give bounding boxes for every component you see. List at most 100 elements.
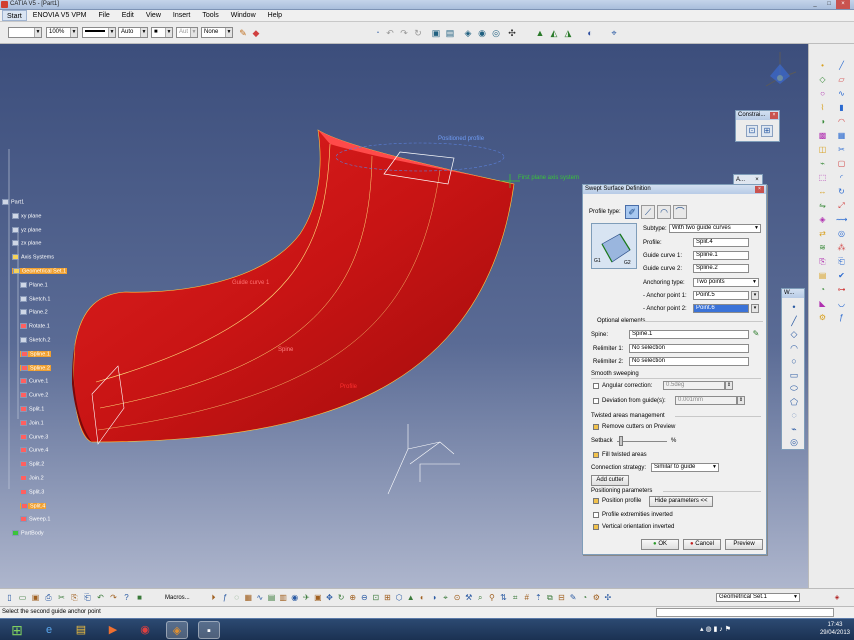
constraint-icon[interactable]: ⊡ xyxy=(746,125,758,137)
fill-twisted-checkbox[interactable] xyxy=(593,452,599,458)
pan-icon[interactable]: ▤ xyxy=(444,27,456,39)
tree-node[interactable]: Join.1 xyxy=(20,419,44,426)
view-mode-icon[interactable]: ◐ xyxy=(584,27,596,39)
invert-icon[interactable]: ⇄ xyxy=(817,228,828,239)
arc-icon[interactable]: ◠ xyxy=(788,342,800,354)
menu-tools[interactable]: Tools xyxy=(196,10,224,21)
section-icon[interactable]: ⊟ xyxy=(556,592,567,604)
extract-icon[interactable]: ⬚ xyxy=(817,172,828,183)
knowledge-icon[interactable]: ⚙ xyxy=(591,592,602,604)
circle-icon[interactable]: ○ xyxy=(788,355,800,367)
line-icon[interactable]: ╱ xyxy=(788,315,800,327)
tree-node[interactable]: Split.1 xyxy=(20,406,44,412)
grid-icon[interactable]: # xyxy=(521,592,532,604)
menu-insert[interactable]: Insert xyxy=(167,10,197,21)
print-icon[interactable]: ⎙ xyxy=(43,592,54,604)
anchor-point-2-options[interactable]: ▾ xyxy=(751,304,759,313)
curvature-icon[interactable]: ◡ xyxy=(836,298,847,309)
hide-parameters-button[interactable]: Hide parameters << xyxy=(649,496,713,507)
normal-view-icon[interactable]: ⊡ xyxy=(370,592,381,604)
close-icon[interactable]: × xyxy=(755,186,764,193)
point-icon[interactable]: • xyxy=(817,60,828,71)
tree-node[interactable]: Spline.2 xyxy=(20,364,51,372)
undo-icon[interactable]: ↶ xyxy=(95,592,106,604)
spline-icon[interactable]: ∿ xyxy=(836,88,847,99)
macro-icon[interactable]: ⏵ xyxy=(208,592,219,604)
fit-all-icon[interactable]: ▣ xyxy=(430,27,442,39)
cmd-taskbar-icon[interactable]: ▪ xyxy=(198,621,220,639)
line-profile-icon[interactable]: ⟋ xyxy=(641,205,655,219)
font-combo[interactable]: Aut ▼ xyxy=(176,27,198,38)
relimiter-2-field[interactable]: No selection xyxy=(629,357,749,366)
tree-node[interactable]: Part1 xyxy=(2,199,24,205)
tree-node[interactable]: Curve.1 xyxy=(20,378,48,385)
cut-icon[interactable]: ✂ xyxy=(56,592,67,604)
tree-node[interactable]: Split.2 xyxy=(20,461,44,468)
subtype-select[interactable]: With two guide curves ▼ xyxy=(669,224,761,233)
pan-icon[interactable]: ✥ xyxy=(324,592,335,604)
normal-view-icon[interactable]: ✣ xyxy=(506,27,518,39)
translate-icon[interactable]: ↔ xyxy=(817,186,828,197)
guide-curve-2-field[interactable]: Spline.2 xyxy=(693,264,749,273)
dot-icon[interactable]: • xyxy=(372,27,384,39)
menu-start[interactable]: Start xyxy=(2,10,27,21)
line-thickness-combo[interactable]: ▼ xyxy=(82,27,116,38)
search-icon[interactable]: ⌕ xyxy=(475,592,486,604)
swap-icon[interactable]: ◑ xyxy=(428,592,439,604)
tree-node[interactable]: Axis Systems xyxy=(12,254,54,261)
formula-icon[interactable]: ƒ xyxy=(836,312,847,323)
plane-icon[interactable]: ◇ xyxy=(817,74,828,85)
remove-cutters-checkbox[interactable] xyxy=(593,424,599,430)
system-clock[interactable]: 17:43 29/04/2013 xyxy=(820,621,850,637)
helix-icon[interactable]: ⌇ xyxy=(817,102,828,113)
add-cutter-button[interactable]: Add cutter xyxy=(591,475,629,486)
formula-icon[interactable]: ƒ xyxy=(220,592,231,604)
tree-node[interactable]: Sketch.2 xyxy=(20,337,50,343)
ellipse-icon[interactable]: ⬭ xyxy=(788,382,800,394)
close-icon[interactable]: × xyxy=(753,176,761,184)
media-player-icon[interactable]: ▶ xyxy=(102,621,124,639)
stop-icon[interactable]: ■ xyxy=(134,592,145,604)
tree-node[interactable]: xy plane xyxy=(12,212,42,219)
whats-this-icon[interactable]: ? xyxy=(121,592,132,604)
compass-icon[interactable] xyxy=(760,48,800,94)
menu-window[interactable]: Window xyxy=(225,10,262,21)
current-geometrical-set-select[interactable]: Geometrical Set.1 ▼ xyxy=(716,593,800,602)
ok-button[interactable]: ● OK xyxy=(641,539,679,550)
command-input[interactable] xyxy=(656,608,834,617)
undo-icon[interactable]: ↶ xyxy=(384,27,396,39)
symmetry-icon[interactable]: ⇋ xyxy=(817,200,828,211)
shading-icon[interactable]: ▲ xyxy=(534,27,546,39)
tree-node[interactable]: PartBody xyxy=(12,530,44,537)
tools-icon[interactable]: ⚒ xyxy=(463,592,474,604)
catalog-icon[interactable]: ▤ xyxy=(817,270,828,281)
zoom-out-icon[interactable]: ⊖ xyxy=(359,592,370,604)
angular-correction-field[interactable]: 0.5deg xyxy=(663,381,725,390)
iso-view-icon[interactable]: ⬡ xyxy=(394,592,405,604)
swap-visible-icon[interactable]: ◮ xyxy=(562,27,574,39)
chrome-icon[interactable]: ◉ xyxy=(134,621,156,639)
projection-icon[interactable]: ▱ xyxy=(836,74,847,85)
menu-view[interactable]: View xyxy=(140,10,167,21)
design-table-icon[interactable]: ▦ xyxy=(243,592,254,604)
relimiter-1-field[interactable]: No selection xyxy=(629,344,749,353)
snap-icon[interactable]: ⌗ xyxy=(510,592,521,604)
anchor-point-2-field[interactable]: Point.6 xyxy=(693,304,749,313)
start-orb-icon[interactable]: ⊞ xyxy=(2,621,32,639)
join-icon[interactable]: ◫ xyxy=(817,144,828,155)
pattern-icon[interactable]: ⁂ xyxy=(836,242,847,253)
line-type-combo[interactable]: Auto ▼ xyxy=(118,27,148,38)
angular-correction-spinner[interactable]: ⇕ xyxy=(725,381,733,390)
check-icon[interactable]: ✔ xyxy=(836,270,847,281)
trim-icon[interactable]: ⌁ xyxy=(817,158,828,169)
plane-icon[interactable]: ◇ xyxy=(788,328,800,340)
copy-icon[interactable]: ⎘ xyxy=(69,592,80,604)
tree-node[interactable]: Split.3 xyxy=(20,488,44,495)
close-button[interactable]: × xyxy=(836,0,850,9)
anchor-point-1-field[interactable]: Point.5 xyxy=(693,291,749,300)
vertical-orientation-checkbox[interactable] xyxy=(593,524,599,530)
zoom-in-icon[interactable]: ⊕ xyxy=(347,592,358,604)
rotate-icon[interactable]: ↻ xyxy=(836,186,847,197)
scaling-icon[interactable]: ⤢ xyxy=(836,200,847,211)
new-icon[interactable]: ▯ xyxy=(4,592,15,604)
